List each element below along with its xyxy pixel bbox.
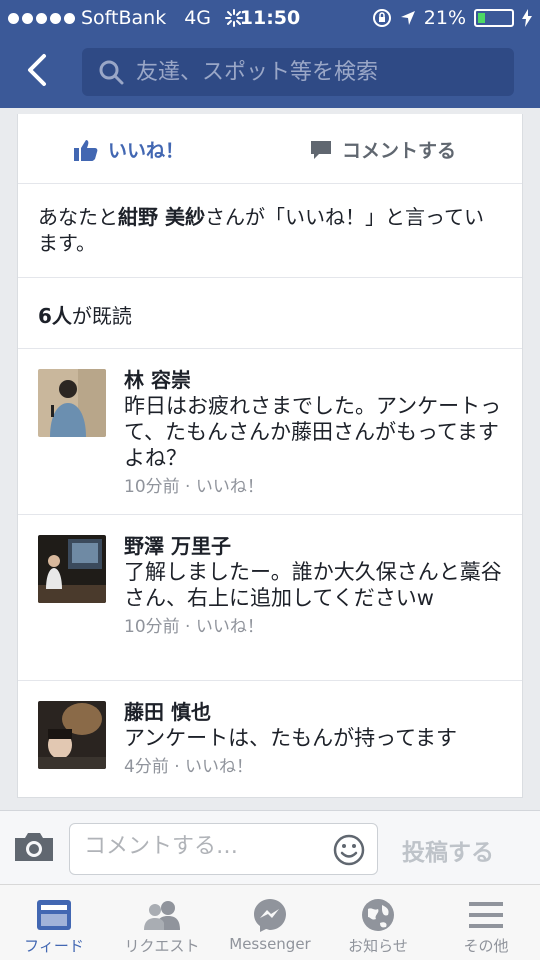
search-icon xyxy=(99,60,124,85)
tab-requests[interactable]: リクエスト xyxy=(108,895,216,956)
comment-text: アンケートは、たもんが持ってます xyxy=(124,726,458,750)
avatar[interactable] xyxy=(38,369,106,437)
comment-button[interactable]: コメントする xyxy=(310,136,456,163)
orientation-lock-icon xyxy=(372,9,391,27)
messenger-icon xyxy=(254,899,286,932)
comment-label: コメントする xyxy=(342,140,457,162)
feed-icon xyxy=(37,900,71,930)
charging-bolt-icon xyxy=(522,9,532,27)
battery-level xyxy=(478,13,485,23)
comment-item: 林 容崇 昨日はお疲れさまでした。アンケートって、たもんさんか藤田さんがもってま… xyxy=(18,349,522,515)
tab-label: リクエスト xyxy=(124,937,200,955)
globe-notifications-icon xyxy=(362,899,394,931)
menu-icon xyxy=(469,902,503,928)
like-button[interactable]: いいね！ xyxy=(74,136,184,163)
tab-label: Messenger xyxy=(229,935,311,953)
comment-author[interactable]: 林 容崇 xyxy=(124,367,514,393)
tab-feed[interactable]: フィード xyxy=(0,895,108,956)
comment-like-link[interactable]: いいね！ xyxy=(185,757,253,777)
search-bar[interactable] xyxy=(82,48,514,96)
comment-author[interactable]: 藤田 慎也 xyxy=(124,699,514,725)
avatar[interactable] xyxy=(38,535,106,603)
comment-field[interactable] xyxy=(69,823,378,875)
likes-summary[interactable]: あなたと紺野 美紗さんが「いいね！」と言っています。 xyxy=(18,184,522,278)
comment-composer: 投稿する xyxy=(0,810,540,884)
tab-bar: フィード リクエスト Messenger お知らせ その他 xyxy=(0,884,540,960)
tab-more[interactable]: その他 xyxy=(432,895,540,956)
camera-icon[interactable] xyxy=(13,831,55,863)
avatar[interactable] xyxy=(38,701,106,769)
tab-label: その他 xyxy=(463,937,509,955)
likes-prefix: あなたと xyxy=(38,205,118,229)
comment-meta: 10分前 · いいね！ xyxy=(124,477,264,497)
tab-label: お知らせ xyxy=(348,937,408,955)
tab-notifications[interactable]: お知らせ xyxy=(324,895,432,956)
search-input[interactable] xyxy=(136,59,496,85)
battery-percent: 21% xyxy=(423,7,466,29)
tab-label: フィード xyxy=(24,937,84,955)
like-label: いいね！ xyxy=(108,140,185,162)
emoji-icon[interactable] xyxy=(333,834,365,866)
post-actions: いいね！ コメントする xyxy=(18,114,522,184)
comment-like-link[interactable]: いいね！ xyxy=(196,477,264,497)
comment-meta: 10分前 · いいね！ xyxy=(124,617,264,637)
comment-input[interactable] xyxy=(84,834,324,859)
comment-like-link[interactable]: いいね！ xyxy=(196,617,264,637)
comment-time: 10分前 xyxy=(124,617,180,637)
comment-time: 10分前 xyxy=(124,477,180,497)
comment-bubble-icon xyxy=(311,140,331,159)
comment-text: 了解しましたー。誰か大久保さんと藁谷さん、右上に追加してくださいw xyxy=(124,560,502,610)
thumbs-up-icon xyxy=(74,139,98,161)
comment-text: 昨日はお疲れさまでした。アンケートって、たもんさんか藤田さんがもってますよね？ xyxy=(124,394,502,470)
comment-author[interactable]: 野澤 万里子 xyxy=(124,533,514,559)
post-button[interactable]: 投稿する xyxy=(402,833,494,867)
post-card: いいね！ コメントする あなたと紺野 美紗さんが「いいね！」と言っています。 6… xyxy=(17,114,523,798)
friend-requests-icon xyxy=(144,901,180,930)
comment-item: 藤田 慎也 アンケートは、たもんが持ってます 4分前 · いいね！ xyxy=(18,681,522,798)
tab-messenger[interactable]: Messenger xyxy=(216,895,324,953)
seen-count: 6人 xyxy=(38,304,72,328)
seen-label: が既読 xyxy=(71,304,132,328)
top-bar: SoftBank 4G 11:50 21% xyxy=(0,0,540,108)
back-chevron-icon[interactable] xyxy=(22,52,52,88)
battery-icon xyxy=(474,9,514,27)
status-bar: SoftBank 4G 11:50 21% xyxy=(0,0,540,36)
liker-name[interactable]: 紺野 美紗 xyxy=(118,205,205,229)
comment-item: 野澤 万里子 了解しましたー。誰か大久保さんと藁谷さん、右上に追加してくださいw… xyxy=(18,515,522,681)
comment-meta: 4分前 · いいね！ xyxy=(124,757,254,777)
comment-time: 4分前 xyxy=(124,757,169,777)
seen-by[interactable]: 6人が既読 xyxy=(18,278,522,349)
location-arrow-icon xyxy=(400,11,415,25)
